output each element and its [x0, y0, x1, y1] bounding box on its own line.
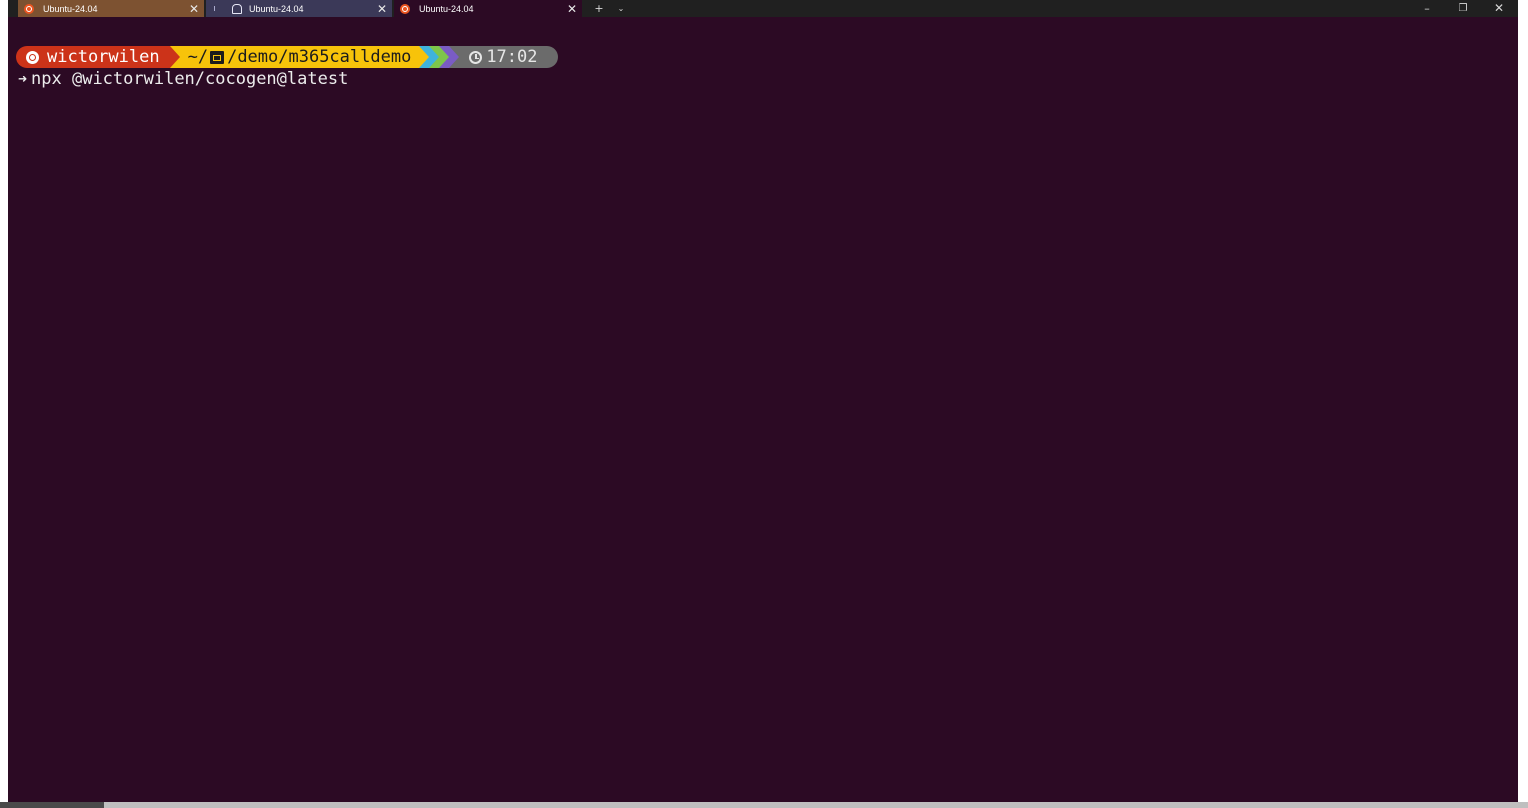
tab-ubuntu-1[interactable]: Ubuntu-24.04 ✕ [18, 0, 204, 17]
bell-icon [232, 3, 242, 14]
prompt-user: wictorwilen [47, 47, 160, 67]
tab-divider [214, 6, 215, 11]
prompt-separator [449, 46, 460, 68]
restore-button[interactable]: ❐ [1452, 0, 1474, 17]
command-text: npx @wictorwilen/cocogen@latest [31, 69, 349, 89]
ubuntu-icon [400, 3, 410, 14]
tab-ubuntu-3-active[interactable]: Ubuntu-24.04 ✕ [394, 0, 582, 17]
title-bar: Ubuntu-24.04 ✕ Ubuntu-24.04 ✕ Ubuntu-24.… [8, 0, 1518, 17]
close-tab-icon[interactable]: ✕ [184, 2, 204, 16]
new-tab-button[interactable]: + [592, 0, 606, 17]
prompt-path-prefix: ~/ [187, 47, 209, 67]
close-window-button[interactable]: ✕ [1488, 0, 1510, 17]
close-tab-icon[interactable]: ✕ [372, 2, 392, 16]
tab-label: Ubuntu-24.04 [43, 3, 98, 14]
ubuntu-icon [24, 3, 34, 14]
folder-code-icon [210, 50, 225, 64]
tab-label: Ubuntu-24.04 [249, 3, 304, 14]
prompt-separator [169, 46, 180, 68]
prompt-separator [429, 46, 440, 68]
clock-icon [469, 50, 483, 64]
prompt-time: 17:02 [486, 47, 538, 67]
command-line[interactable]: ➜ npx @wictorwilen/cocogen@latest [18, 68, 348, 90]
tab-ubuntu-2[interactable]: Ubuntu-24.04 ✕ [206, 0, 392, 17]
arrow-right-icon: ➜ [18, 70, 28, 88]
terminal-window: Ubuntu-24.04 ✕ Ubuntu-24.04 ✕ Ubuntu-24.… [8, 0, 1518, 802]
prompt-path: /demo/m365calldemo [227, 47, 412, 67]
prompt-separator [439, 46, 450, 68]
taskbar-segment [0, 802, 104, 808]
taskbar-strip [0, 802, 1528, 808]
prompt-path-segment: ~/ /demo/m365calldemo [179, 46, 420, 68]
ubuntu-icon [26, 50, 39, 64]
tab-label: Ubuntu-24.04 [419, 3, 474, 14]
shell-prompt: wictorwilen ~/ /demo/m365calldemo 17:02 [16, 46, 558, 68]
prompt-user-segment: wictorwilen [16, 46, 170, 68]
prompt-time-segment: 17:02 [459, 46, 558, 68]
close-tab-icon[interactable]: ✕ [562, 2, 582, 16]
prompt-separator [419, 46, 430, 68]
minimize-button[interactable]: – [1416, 0, 1438, 17]
tab-dropdown-button[interactable]: ⌄ [614, 0, 628, 17]
